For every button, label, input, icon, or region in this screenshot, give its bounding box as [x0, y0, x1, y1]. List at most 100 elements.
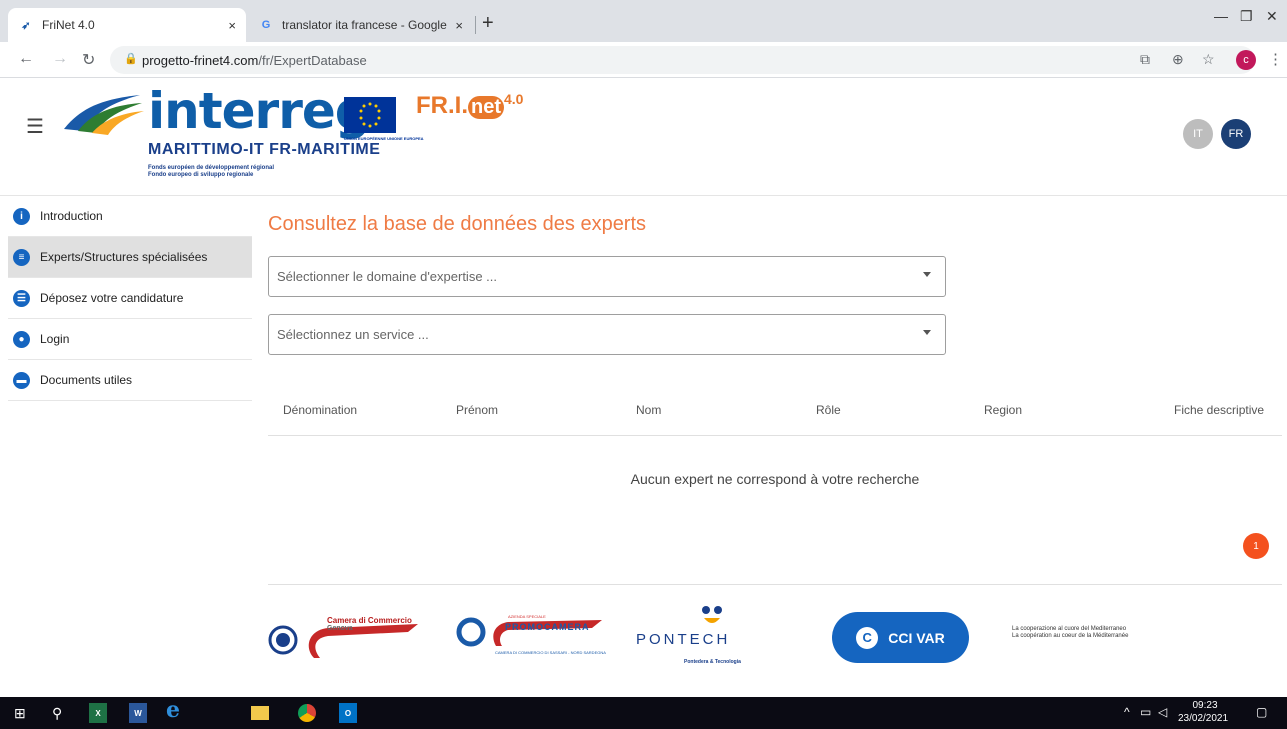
close-window-icon[interactable]: ✕ [1266, 8, 1278, 25]
lang-fr-button[interactable]: FR [1221, 119, 1251, 149]
sidebar-item-label: Experts/Structures spécialisées [40, 250, 208, 264]
experts-icon: ≡ [13, 248, 30, 266]
interreg-swoosh-icon [64, 95, 144, 135]
hamburger-menu-icon[interactable]: ☰ [26, 114, 44, 139]
footer-divider [268, 584, 1282, 585]
menu-kebab-icon[interactable]: ⋮ [1268, 50, 1283, 68]
sidebar: i Introduction ≡ Experts/Structures spéc… [8, 196, 252, 401]
bookmark-star-icon[interactable]: ☆ [1202, 51, 1215, 68]
sidebar-item-introduction[interactable]: i Introduction [8, 196, 252, 237]
eu-flag-icon [344, 97, 396, 133]
excel-icon[interactable]: X [89, 703, 107, 723]
tab-title: FriNet 4.0 [42, 18, 95, 32]
clock-date[interactable]: 23/02/2021 [1178, 713, 1228, 724]
outlook-icon[interactable]: O [339, 703, 357, 723]
promo-top: AZIENDA SPECIALE [508, 614, 546, 619]
program-name: MARITTIMO-IT FR-MARITIME [148, 141, 381, 158]
translate-icon[interactable]: ⧉ [1140, 51, 1150, 68]
restore-icon[interactable]: ❐ [1240, 8, 1253, 25]
notification-icon[interactable]: ▢ [1256, 705, 1267, 719]
google-favicon-icon: G [261, 19, 271, 31]
sidebar-item-login[interactable]: ● Login [8, 319, 252, 360]
cci-name: CCI VAR [888, 629, 945, 646]
apply-icon: ☰ [13, 289, 30, 307]
column-header[interactable]: Dénomination [283, 403, 357, 417]
reload-icon[interactable]: ↻ [82, 50, 95, 70]
windows-start-icon[interactable]: ⊞ [14, 703, 26, 723]
url-host: progetto-frinet4.com [142, 53, 259, 68]
frinet-logo: FR.I. net 4.0 [416, 91, 523, 120]
search-icon[interactable]: ⚲ [52, 703, 62, 723]
forward-icon[interactable]: → [52, 50, 68, 68]
sidebar-item-label: Déposez votre candidature [40, 291, 184, 305]
volume-icon[interactable]: ◁ [1158, 705, 1167, 719]
sidebar-item-label: Introduction [40, 209, 103, 223]
caret-down-icon [923, 330, 931, 335]
new-tab-button[interactable]: + [482, 12, 494, 35]
file-explorer-icon[interactable] [251, 706, 269, 720]
column-header[interactable]: Fiche descriptive [1174, 403, 1264, 417]
frinet-prefix: FR.I. [416, 92, 468, 119]
tab-google-translate[interactable]: G translator ita francese - Google S × [248, 8, 473, 42]
chrome-icon[interactable] [298, 704, 316, 722]
column-header[interactable]: Region [984, 403, 1022, 417]
column-header[interactable]: Rôle [816, 403, 841, 417]
cci-icon: C [856, 626, 879, 649]
sidebar-item-apply[interactable]: ☰ Déposez votre candidature [8, 278, 252, 319]
sidebar-item-label: Documents utiles [40, 373, 133, 387]
ccm-city: Genova [327, 625, 353, 632]
lang-it-button[interactable]: IT [1183, 119, 1213, 149]
ccm-name: Camera di Commercio [327, 616, 412, 625]
service-select[interactable]: Sélectionnez un service ... [268, 314, 946, 355]
expertise-domain-select[interactable]: Sélectionner le domaine d'expertise ... [268, 256, 946, 297]
windows-taskbar: ⊞ ⚲ X W e O [0, 697, 1287, 729]
browser-tab-strip: ➶ FriNet 4.0 × G translator ita francese… [0, 0, 1287, 42]
user-icon: ● [13, 330, 30, 348]
zoom-icon[interactable]: ⊕ [1172, 51, 1184, 68]
back-icon[interactable]: ← [18, 50, 34, 68]
experts-table-header: Dénomination Prénom Nom Rôle Region Fich… [268, 395, 1282, 436]
column-header[interactable]: Prénom [456, 403, 498, 417]
sidebar-item-label: Login [40, 332, 70, 346]
page-title: Consultez la base de données des experts [268, 213, 647, 235]
interreg-logo-text: interreg [148, 82, 371, 140]
address-bar[interactable]: 🔒 progetto-frinet4.com/fr/ExpertDatabase [110, 46, 1255, 74]
pagination-page-button[interactable]: 1 [1243, 533, 1269, 559]
frinet-net: net [468, 96, 504, 119]
tab-frinet[interactable]: ➶ FriNet 4.0 × [8, 8, 246, 42]
url-path: /fr/ExpertDatabase [258, 53, 367, 68]
empty-results-message: Aucun expert ne correspond à votre reche… [630, 471, 920, 487]
coop-it: La cooperazione al cuore del Mediterrane… [1012, 626, 1127, 632]
close-tab-icon[interactable]: × [455, 18, 463, 33]
info-icon: i [13, 207, 30, 225]
column-header[interactable]: Nom [636, 403, 661, 417]
coop-fr: La coopération au coeur de la Méditerran… [1012, 633, 1129, 639]
internet-explorer-icon[interactable]: e [166, 697, 180, 723]
tab-title: translator ita francese - Google S [282, 18, 450, 32]
sidebar-item-experts[interactable]: ≡ Experts/Structures spécialisées [8, 237, 252, 278]
site-header: ☰ interreg UNION EUROPÉENNE UNIONE EUROP… [0, 79, 1287, 196]
browser-toolbar: ← → ↻ 🔒 progetto-frinet4.com/fr/ExpertDa… [0, 42, 1287, 78]
fund-fr: Fonds européen de développement régional [148, 165, 275, 171]
url-text: progetto-frinet4.com/fr/ExpertDatabase [142, 53, 367, 68]
fund-it: Fondo europeo di sviluppo regionale [148, 172, 254, 178]
select-placeholder: Sélectionnez un service ... [277, 327, 429, 342]
cci-var-logo: C CCI VAR [832, 612, 969, 663]
pontech-sub: Pontedera & Tecnologia [684, 659, 741, 665]
promo-name: PROMOCAMERA [505, 622, 590, 632]
profile-avatar[interactable]: c [1236, 50, 1256, 70]
frinet-version: 4.0 [504, 91, 524, 107]
tray-chevron-icon[interactable]: ^ [1124, 705, 1130, 719]
promo-sub: CAMERA DI COMMERCIO DI SASSARI - NORD SA… [495, 650, 606, 655]
word-icon[interactable]: W [129, 703, 147, 723]
network-icon[interactable]: ▭ [1140, 705, 1151, 719]
pontech-name: PONTECH [636, 631, 731, 648]
minimize-icon[interactable]: — [1214, 8, 1228, 24]
sidebar-item-documents[interactable]: ▬ Documents utiles [8, 360, 252, 401]
caret-down-icon [923, 272, 931, 277]
folder-icon: ▬ [13, 371, 30, 389]
lock-icon: 🔒 [124, 53, 138, 65]
clock-time[interactable]: 09:23 [1185, 700, 1225, 711]
close-tab-icon[interactable]: × [228, 18, 236, 33]
pontech-mark-icon [702, 606, 722, 623]
